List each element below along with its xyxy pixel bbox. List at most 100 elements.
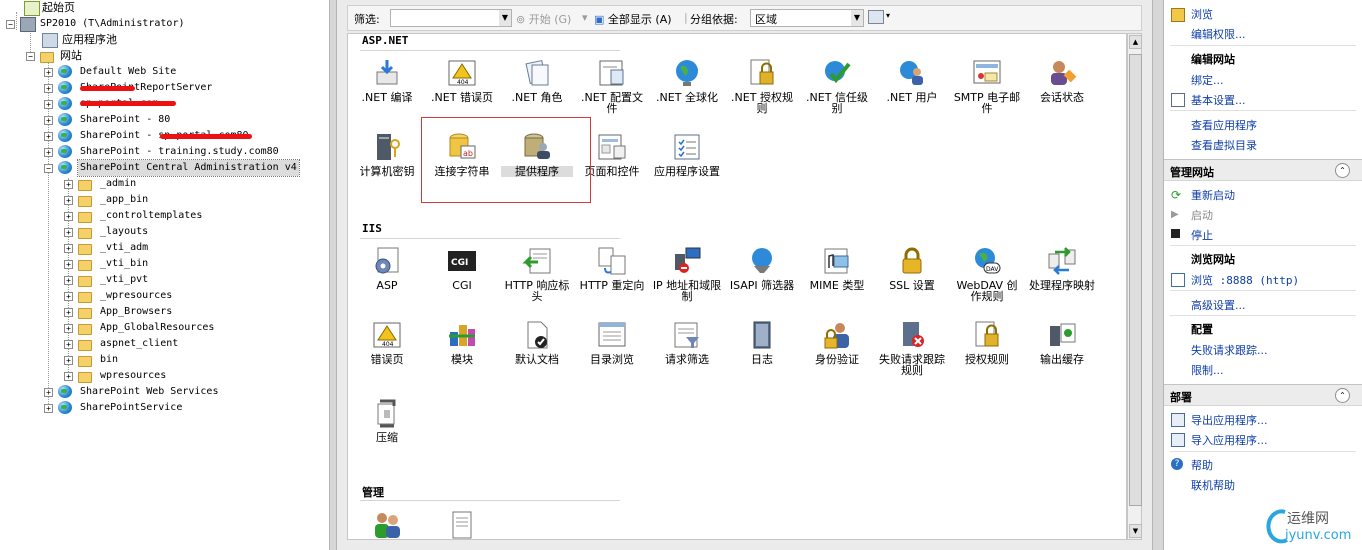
feature-logging[interactable]: 日志 [726, 320, 798, 365]
feature-net-trust-levels[interactable]: .NET 信任级别 [801, 58, 873, 114]
collapse-icon[interactable]: ⌃ [1335, 388, 1350, 403]
chevron-down-icon[interactable]: ▼ [851, 10, 863, 26]
expand-toggle-icon[interactable]: + [64, 356, 73, 365]
start-button[interactable]: ⊚ 开始 (G) [516, 11, 571, 27]
feature-net-authorization[interactable]: .NET 授权规则 [726, 58, 798, 114]
action-bindings[interactable]: 绑定... [1191, 72, 1224, 88]
action-view-virtual-directories[interactable]: 查看虚拟目录 [1191, 137, 1257, 153]
feature-handler-mappings[interactable]: 处理程序映射 [1026, 246, 1098, 291]
feature-net-globalization[interactable]: .NET 全球化 [651, 58, 723, 103]
feature-ip-domain-restrictions[interactable]: IP 地址和域限制 [651, 246, 723, 302]
feature-machine-key[interactable]: 计算机密钥 [351, 132, 423, 177]
feature-authentication[interactable]: 身份验证 [801, 320, 873, 365]
manage-site-group[interactable]: 管理网站 ⌃ [1164, 159, 1362, 181]
expand-toggle-icon[interactable]: + [44, 116, 53, 125]
feature-manage-item-config[interactable] [426, 510, 498, 539]
action-basic-settings[interactable]: 基本设置... [1191, 92, 1246, 108]
left-splitter[interactable] [329, 0, 337, 550]
action-export-application[interactable]: 导出应用程序... [1191, 412, 1268, 428]
feature-net-users[interactable]: .NET 用户 [876, 58, 948, 103]
feature-session-state[interactable]: 会话状态 [1026, 58, 1098, 103]
expand-toggle-icon[interactable]: + [64, 228, 73, 237]
scroll-up-icon[interactable]: ▲ [1129, 35, 1142, 49]
feature-label: 模块 [451, 353, 473, 366]
chevron-down-icon[interactable]: ▼ [499, 10, 511, 26]
view-mode-dropdown-icon[interactable]: ▾ [886, 11, 890, 20]
feature-request-filtering[interactable]: 请求筛选 [651, 320, 723, 365]
action-restart[interactable]: 重新启动 [1191, 187, 1235, 203]
view-mode-icon[interactable] [868, 10, 884, 24]
action-import-application[interactable]: 导入应用程序... [1191, 432, 1268, 448]
collapse-toggle-icon[interactable]: − [44, 164, 53, 173]
expand-toggle-icon[interactable]: + [64, 212, 73, 221]
feature-net-profile[interactable]: .NET 配置文件 [576, 58, 648, 114]
feature-authorization-rules[interactable]: 授权规则 [951, 320, 1023, 365]
feature-application-settings[interactable]: 应用程序设置 [651, 132, 723, 177]
collapse-icon[interactable]: ⌃ [1335, 163, 1350, 178]
feature-net-error-pages[interactable]: 404 .NET 错误页 [426, 58, 498, 103]
expand-toggle-icon[interactable]: + [44, 148, 53, 157]
scroll-down-icon[interactable]: ▼ [1129, 524, 1142, 538]
action-stop[interactable]: 停止 [1191, 227, 1213, 243]
expand-toggle-icon[interactable]: + [64, 340, 73, 349]
globe-icon [672, 58, 702, 88]
deploy-group[interactable]: 部署 ⌃ [1164, 384, 1362, 406]
expand-toggle-icon[interactable]: + [64, 244, 73, 253]
expand-toggle-icon[interactable]: + [64, 308, 73, 317]
folder-icon [78, 260, 92, 271]
expand-toggle-icon[interactable]: + [44, 388, 53, 397]
collapse-toggle-icon[interactable]: − [6, 20, 15, 29]
group-by-select[interactable]: 区域 ▼ [750, 9, 864, 27]
feature-net-roles[interactable]: .NET 角色 [501, 58, 573, 103]
action-start[interactable]: 启动 [1191, 207, 1213, 223]
feature-cgi[interactable]: CGI CGI [426, 246, 498, 291]
feature-error-pages[interactable]: 404 错误页 [351, 320, 423, 365]
feature-mime-types[interactable]: MIME 类型 [801, 246, 873, 291]
feature-output-caching[interactable]: 输出缓存 [1026, 320, 1098, 365]
feature-modules[interactable]: 模块 [426, 320, 498, 365]
feature-smtp-email[interactable]: SMTP 电子邮件 [951, 58, 1023, 114]
feature-isapi-filters[interactable]: ISAPI 筛选器 [726, 246, 798, 291]
expand-toggle-icon[interactable]: + [64, 292, 73, 301]
feature-compression[interactable]: 压缩 [351, 398, 423, 443]
action-failed-request-tracing[interactable]: 失败请求跟踪... [1191, 342, 1268, 358]
feature-default-document[interactable]: 默认文档 [501, 320, 573, 365]
start-dropdown-icon[interactable]: ▾ [582, 11, 588, 24]
right-splitter[interactable] [1152, 0, 1164, 550]
expand-toggle-icon[interactable]: + [44, 84, 53, 93]
action-browse-port[interactable]: 浏览 :8888 (http) [1191, 272, 1299, 288]
feature-manage-item-users[interactable] [351, 510, 423, 539]
expand-toggle-icon[interactable]: + [64, 196, 73, 205]
feature-directory-browsing[interactable]: 目录浏览 [576, 320, 648, 365]
action-online-help[interactable]: 联机帮助 [1191, 477, 1235, 493]
action-edit-permissions[interactable]: 编辑权限... [1191, 26, 1246, 42]
feature-label: 压缩 [376, 431, 398, 444]
features-scrollbar[interactable]: ▲ ▼ [1127, 33, 1142, 540]
feature-http-response-headers[interactable]: HTTP 响应标头 [501, 246, 573, 302]
expand-toggle-icon[interactable]: + [44, 100, 53, 109]
feature-http-redirect[interactable]: HTTP 重定向 [576, 246, 648, 291]
show-all-button[interactable]: ▣ 全部显示 (A) [594, 11, 672, 27]
expand-toggle-icon[interactable]: + [44, 404, 53, 413]
failed-request-icon [897, 320, 927, 350]
expand-toggle-icon[interactable]: + [44, 68, 53, 77]
expand-toggle-icon[interactable]: + [64, 372, 73, 381]
action-help[interactable]: 帮助 [1191, 457, 1213, 473]
expand-toggle-icon[interactable]: + [64, 276, 73, 285]
expand-toggle-icon[interactable]: + [64, 180, 73, 189]
action-browse[interactable]: 浏览 [1191, 6, 1213, 22]
action-view-applications[interactable]: 查看应用程序 [1191, 117, 1257, 133]
feature-webdav-authoring-rules[interactable]: DAV WebDAV 创作规则 [951, 246, 1023, 302]
filter-input[interactable]: ▼ [390, 9, 512, 27]
expand-toggle-icon[interactable]: + [64, 260, 73, 269]
feature-failed-request-tracing[interactable]: 失败请求跟踪规则 [876, 320, 948, 376]
feature-net-compilation[interactable]: .NET 编译 [351, 58, 423, 103]
feature-asp[interactable]: ASP [351, 246, 423, 291]
action-limits[interactable]: 限制... [1191, 362, 1224, 378]
expand-toggle-icon[interactable]: + [44, 132, 53, 141]
action-advanced-settings[interactable]: 高级设置... [1191, 297, 1246, 313]
feature-ssl-settings[interactable]: SSL 设置 [876, 246, 948, 291]
scroll-thumb[interactable] [1129, 54, 1142, 506]
expand-toggle-icon[interactable]: + [64, 324, 73, 333]
collapse-toggle-icon[interactable]: − [26, 52, 35, 61]
